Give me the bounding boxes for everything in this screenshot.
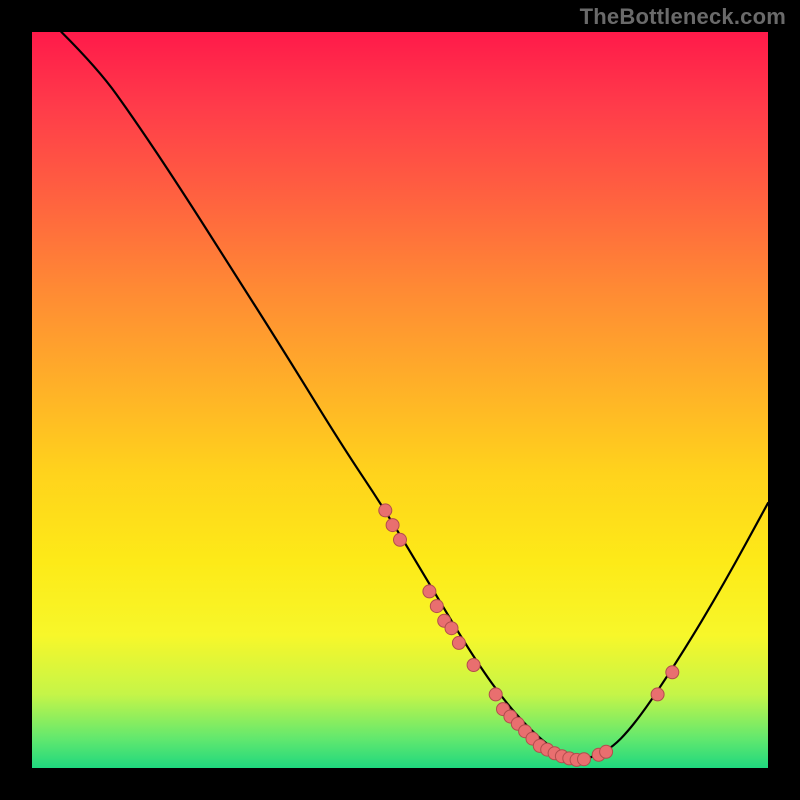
chart-overlay <box>32 32 768 768</box>
data-point <box>386 519 399 532</box>
data-point <box>489 688 502 701</box>
data-points-group <box>379 504 679 767</box>
data-point <box>651 688 664 701</box>
data-point <box>666 666 679 679</box>
data-point <box>578 753 591 766</box>
chart-container: TheBottleneck.com <box>0 0 800 800</box>
data-point <box>445 622 458 635</box>
data-point <box>379 504 392 517</box>
bottleneck-curve <box>61 32 768 758</box>
data-point <box>452 636 465 649</box>
data-point <box>394 533 407 546</box>
data-point <box>600 745 613 758</box>
attribution-label: TheBottleneck.com <box>580 4 786 30</box>
data-point <box>430 600 443 613</box>
data-point <box>423 585 436 598</box>
data-point <box>467 659 480 672</box>
plot-area <box>32 32 768 768</box>
